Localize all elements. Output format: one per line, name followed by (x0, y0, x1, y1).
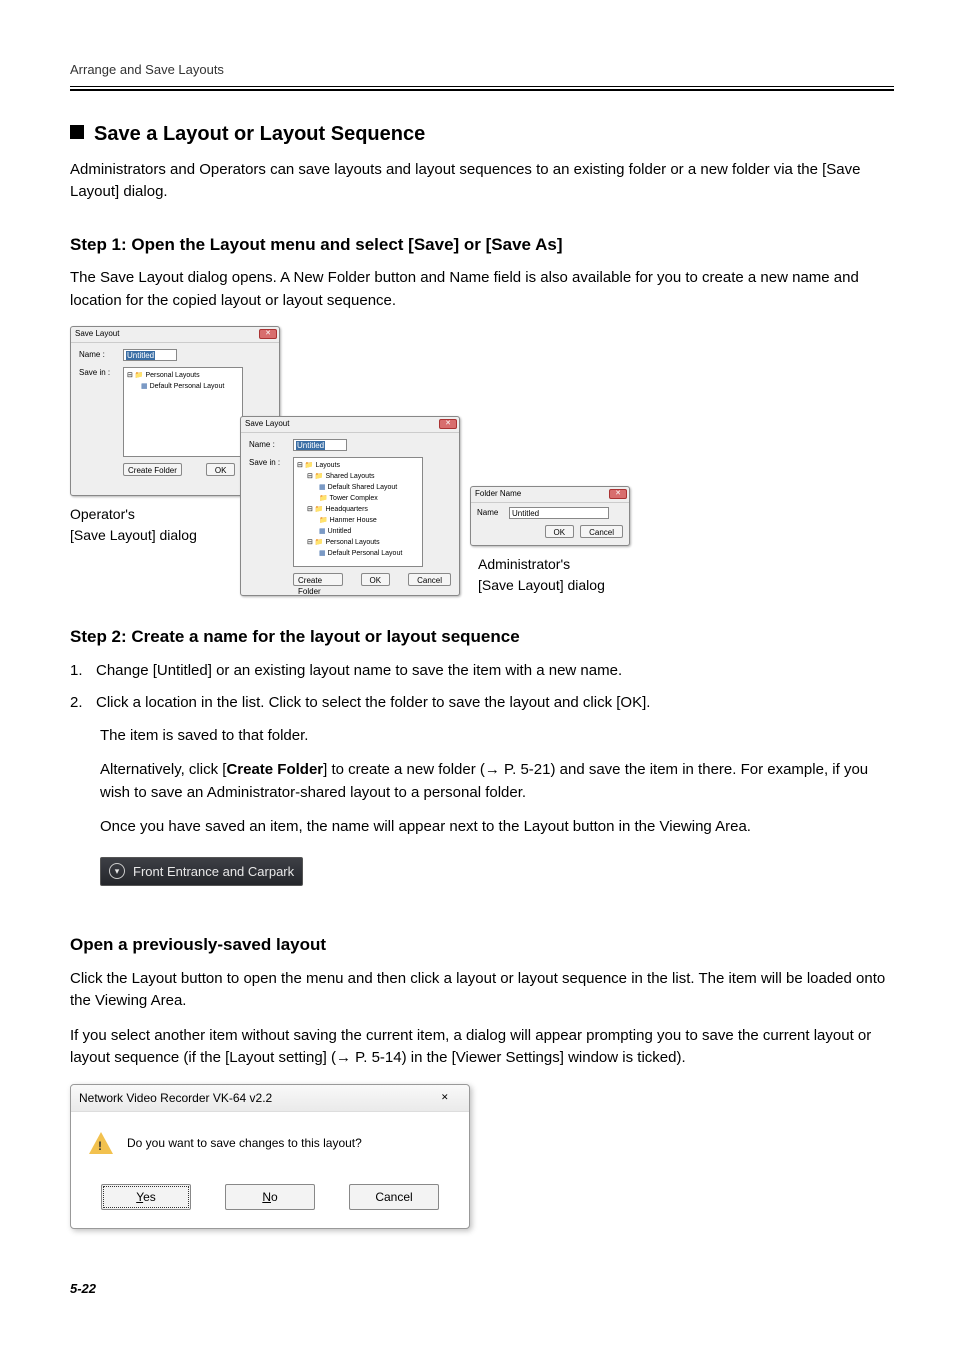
yes-button[interactable]: Yes (101, 1184, 191, 1210)
close-icon[interactable]: ✕ (259, 329, 277, 339)
open-prev-title: Open a previously-saved layout (70, 932, 894, 958)
ok-button[interactable]: OK (545, 525, 575, 538)
savein-label: Save in : (79, 367, 117, 379)
intro-paragraph: Administrators and Operators can save la… (70, 159, 894, 204)
step2-note-3: Once you have saved an item, the name wi… (100, 816, 894, 839)
page-number: 5-22 (70, 1279, 894, 1299)
step2-title: Step 2: Create a name for the layout or … (70, 624, 894, 650)
page-header: Arrange and Save Layouts (70, 60, 894, 80)
folder-tree[interactable]: ⊟ 📁 Personal Layouts ▦ Default Personal … (123, 367, 243, 457)
step1-title: Step 1: Open the Layout menu and select … (70, 232, 894, 258)
ok-button[interactable]: OK (361, 573, 391, 586)
section-title: Save a Layout or Layout Sequence (70, 119, 894, 149)
admin-save-layout-dialog: Save Layout ✕ Name : Untitled Save in : … (240, 416, 460, 596)
no-button[interactable]: No (225, 1184, 315, 1210)
close-icon[interactable]: ✕ (439, 419, 457, 429)
savein-label: Save in : (249, 457, 287, 469)
create-folder-button[interactable]: Create Folder (293, 573, 343, 586)
step2-note-1: The item is saved to that folder. (100, 725, 894, 748)
admin-caption: Administrator's [Save Layout] dialog (478, 554, 605, 596)
dialog-title: Network Video Recorder VK-64 v2.2 (79, 1089, 272, 1107)
open-prev-p1: Click the Layout button to open the menu… (70, 968, 894, 1013)
step2-item-1: 1.Change [Untitled] or an existing layou… (70, 660, 894, 683)
dialog-title: Folder Name (475, 488, 521, 500)
step2-item-2: 2.Click a location in the list. Click to… (70, 692, 894, 715)
cancel-button[interactable]: Cancel (349, 1184, 439, 1210)
name-label: Name : (249, 439, 287, 451)
dialog-title: Save Layout (75, 328, 119, 340)
dialog-title: Save Layout (245, 418, 289, 430)
create-folder-button[interactable]: Create Folder (123, 463, 182, 476)
name-label: Name : (79, 349, 117, 361)
close-icon[interactable]: ✕ (441, 1091, 463, 1105)
header-rule (70, 86, 894, 91)
step2-note-2: Alternatively, click [Create Folder] to … (100, 759, 894, 804)
layout-dropdown-button[interactable]: ▾ Front Entrance and Carpark (100, 857, 303, 887)
operator-caption: Operator's [Save Layout] dialog (70, 504, 197, 546)
close-icon[interactable]: ✕ (609, 489, 627, 499)
warning-icon (89, 1132, 113, 1154)
layout-name-label: Front Entrance and Carpark (133, 862, 294, 882)
ok-button[interactable]: OK (206, 463, 236, 476)
chevron-down-icon: ▾ (109, 863, 125, 879)
cancel-button[interactable]: Cancel (408, 573, 451, 586)
dialog-message: Do you want to save changes to this layo… (127, 1134, 362, 1152)
open-prev-p2: If you select another item without savin… (70, 1025, 894, 1070)
folder-name-dialog: Folder Name ✕ Name Untitled OK Cancel (470, 486, 630, 546)
save-changes-dialog: Network Video Recorder VK-64 v2.2 ✕ Do y… (70, 1084, 470, 1229)
folder-name-field[interactable]: Untitled (509, 507, 609, 519)
folder-tree[interactable]: ⊟ 📁 Layouts ⊟ 📁 Shared Layouts ▦ Default… (293, 457, 423, 567)
name-field[interactable]: Untitled (293, 439, 347, 451)
name-label: Name (477, 507, 503, 519)
step1-paragraph: The Save Layout dialog opens. A New Fold… (70, 267, 894, 312)
cancel-button[interactable]: Cancel (580, 525, 623, 538)
name-field[interactable]: Untitled (123, 349, 177, 361)
